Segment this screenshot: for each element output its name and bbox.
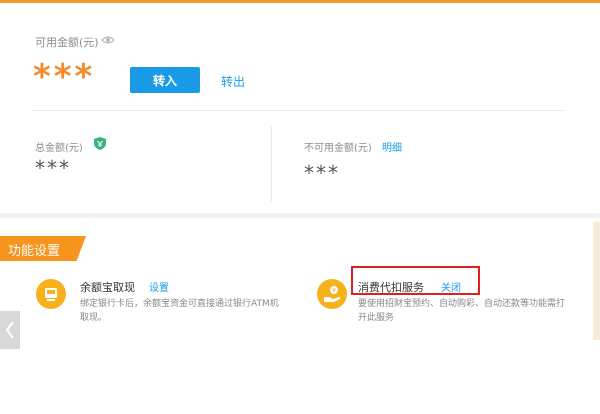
chevron-left-icon [5,321,14,339]
available-amount-label: 可用金额(元) [35,36,99,49]
shield-icon [94,137,106,150]
carousel-prev-button[interactable] [0,311,20,349]
feature-title-atm-withdraw: 余额宝取现 [80,281,135,294]
highlight-box [351,266,480,295]
transfer-in-button[interactable]: 转入 [130,67,200,93]
svg-text:¥: ¥ [332,288,336,295]
unavailable-amount-value: *** [304,161,340,185]
balance-column-divider [271,126,272,202]
eye-icon[interactable] [101,35,115,45]
feature-description-auto-debit: 要使用招财宝预约、自动购彩、自动还款等功能需打开此服务 [358,299,566,323]
total-amount-value: *** [35,156,71,180]
feature-description-atm-withdraw: 绑定银行卡后，余额宝资金可直接通过银行ATM机取现。 [80,299,279,323]
detail-link[interactable]: 明细 [382,139,402,154]
atm-card-icon [36,279,66,309]
section-title-tab: 功能设置 [0,236,86,261]
total-amount-label: 总金额(元) [35,143,83,154]
right-edge-stripe [593,222,600,340]
balance-divider [31,110,565,111]
available-amount-value: *** [33,57,96,97]
unavailable-amount-label: 不可用金额(元) [304,143,372,154]
feature-setup-link[interactable]: 设置 [149,279,169,294]
hand-coin-icon: ¥ [317,279,347,309]
transfer-out-link[interactable]: 转出 [221,73,245,90]
section-title: 功能设置 [8,244,61,259]
